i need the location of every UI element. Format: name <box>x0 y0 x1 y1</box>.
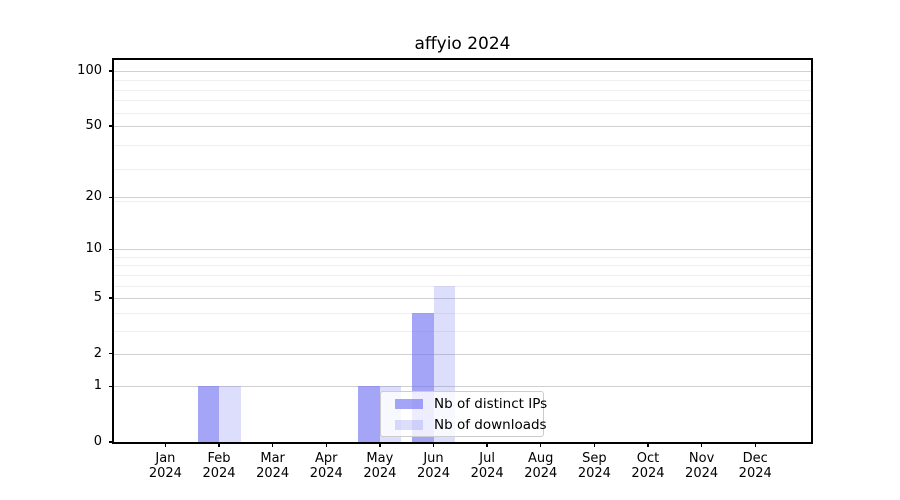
legend-swatch-distinct-ips <box>395 399 423 409</box>
y-tick-label: 50 <box>62 118 102 134</box>
y-tick-mark <box>109 297 114 298</box>
y-tick-mark <box>109 353 114 354</box>
x-tick-mark <box>701 442 702 447</box>
legend-item-distinct-ips: Nb of distinct IPs <box>395 396 535 412</box>
y-tick-mark <box>109 125 114 126</box>
legend-swatch-downloads <box>395 420 423 430</box>
x-tick-mark <box>647 442 648 447</box>
y-tick-mark <box>109 70 114 71</box>
x-tick-mark <box>486 442 487 447</box>
x-tick-mark <box>326 442 327 447</box>
x-tick-mark <box>379 442 380 447</box>
y-tick-label: 0 <box>62 434 102 450</box>
legend-item-downloads: Nb of downloads <box>395 417 535 433</box>
x-tick-label: Dec2024 <box>723 451 787 481</box>
y-tick-label: 100 <box>62 63 102 79</box>
legend-label-distinct-ips: Nb of distinct IPs <box>434 396 547 412</box>
y-tick-label: 1 <box>62 378 102 394</box>
y-tick-label: 10 <box>62 241 102 257</box>
chart-canvas: affyio 2024 Nb of distinct IPs Nb of dow… <box>0 0 900 500</box>
x-tick-mark <box>755 442 756 447</box>
y-tick-mark <box>109 441 114 442</box>
y-tick-label: 5 <box>62 290 102 306</box>
x-tick-mark <box>594 442 595 447</box>
x-tick-year: 2024 <box>723 466 787 481</box>
x-tick-mark <box>165 442 166 447</box>
legend: Nb of distinct IPs Nb of downloads <box>380 391 544 437</box>
y-tick-mark <box>109 386 114 387</box>
y-tick-label: 20 <box>62 189 102 205</box>
legend-label-downloads: Nb of downloads <box>434 417 547 433</box>
x-tick-mark <box>272 442 273 447</box>
x-tick-mark <box>540 442 541 447</box>
y-tick-label: 2 <box>62 346 102 362</box>
y-tick-mark <box>109 249 114 250</box>
x-tick-month: Dec <box>723 451 787 466</box>
x-tick-mark <box>218 442 219 447</box>
bar-distinct-ips-feb <box>198 386 220 442</box>
y-tick-mark <box>109 197 114 198</box>
x-tick-mark <box>433 442 434 447</box>
chart-title: affyio 2024 <box>114 34 811 54</box>
bar-distinct-ips-may <box>358 386 380 442</box>
plot-area: Nb of distinct IPs Nb of downloads <box>114 60 811 442</box>
bar-layer <box>114 60 811 442</box>
bar-downloads-feb <box>219 386 241 442</box>
